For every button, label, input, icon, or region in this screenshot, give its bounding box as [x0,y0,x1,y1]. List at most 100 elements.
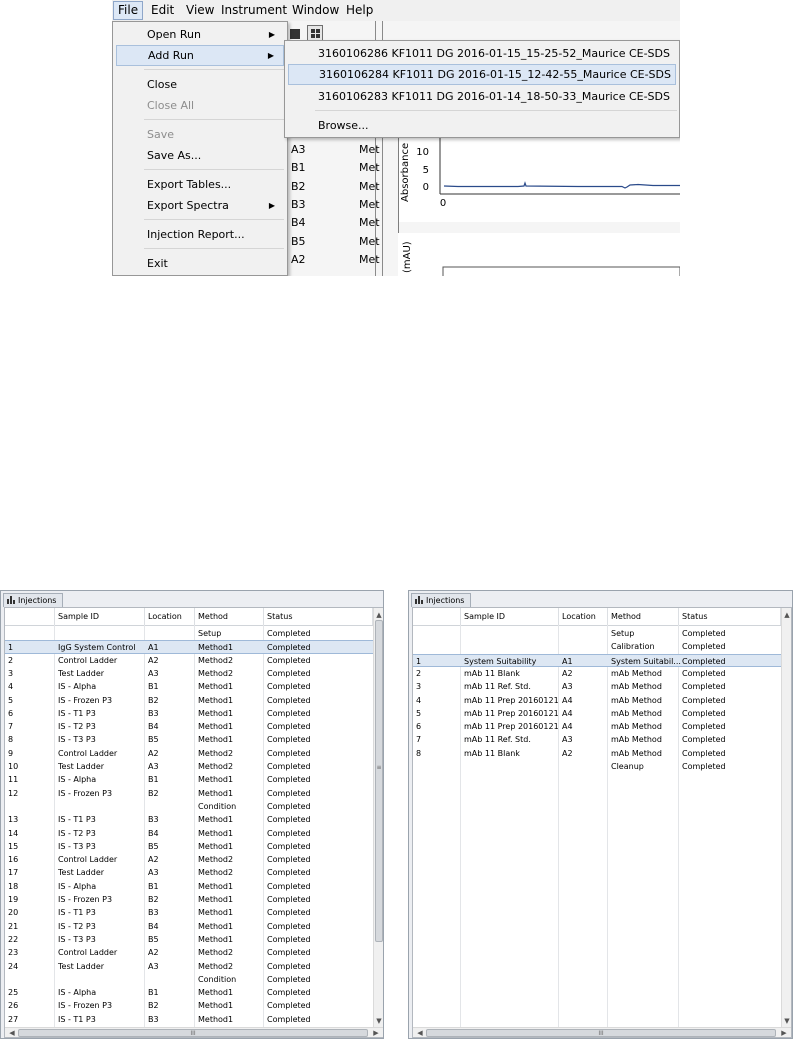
table-row[interactable]: 7 IS - T2 P3 B4 Method1 Completed [5,720,373,733]
table-row[interactable]: 14 IS - T2 P3 B4 Method1 Completed [5,827,373,840]
table-row[interactable]: 19 IS - Frozen P3 B2 Method1 Completed [5,893,373,906]
scrollbar-thumb[interactable]: III [426,1029,776,1037]
table-row[interactable]: 16 Control Ladder A2 Method2 Completed [5,853,373,866]
vertical-scrollbar[interactable]: ▲ ▼ ≡ [373,608,383,1027]
column-header[interactable]: Sample ID [55,608,145,625]
table-row[interactable]: 1 System Suitability A1 System Suitabil... C… [413,653,781,667]
plot-area [442,266,680,276]
scroll-down-icon[interactable]: ▼ [782,1016,791,1026]
horizontal-scrollbar[interactable]: ◀ ▶ III [5,1027,383,1037]
menu-item-close[interactable]: Close [116,74,284,95]
browse-menu-item[interactable]: Browse... [288,115,676,136]
table-row[interactable]: Setup Completed [413,627,781,640]
table-row[interactable]: 3 Test Ladder A3 Method2 Completed [5,667,373,680]
menu-file[interactable]: File [113,1,144,20]
method-cell: mAb Method [611,682,662,692]
menu-item-label: Export Spectra [147,199,229,212]
table-row[interactable]: Calibration Completed [413,640,781,653]
menu-item-add-run[interactable]: Add Run ▶ [116,45,284,66]
table-row[interactable]: 21 IS - T2 P3 B4 Method1 Completed [5,920,373,933]
table-row[interactable]: Condition Completed [5,973,373,986]
table-row[interactable]: 27 IS - T1 P3 B3 Method1 Completed [5,1013,373,1026]
table-row[interactable]: 17 Test Ladder A3 Method2 Completed [5,866,373,879]
menu-view[interactable]: View [182,2,218,19]
column-header[interactable]: Location [559,608,608,625]
table-row[interactable]: 24 Test Ladder A3 Method2 Completed [5,960,373,973]
method-cell: mAb Method [611,722,662,732]
table-row[interactable]: 4 mAb 11 Prep 20160121 A4 mAb Method Complet… [413,694,781,707]
location-cell: B4 [148,921,159,931]
recent-run-item[interactable]: 3160106284 KF1011 DG 2016-01-15_12-42-55… [288,64,676,85]
table-row[interactable]: 3 mAb 11 Ref. Std. A3 mAb Method Completed [413,680,781,693]
table-row[interactable]: 5 mAb 11 Prep 20160121 A4 mAb Method Complet… [413,707,781,720]
column-header[interactable]: Method [195,608,264,625]
scroll-down-icon[interactable]: ▼ [374,1016,383,1026]
menu-instrument[interactable]: Instrument [217,2,291,19]
scrollbar-thumb[interactable]: III [18,1029,368,1037]
menu-item-save[interactable]: Save [116,124,284,145]
table-row[interactable]: 11 IS - Alpha B1 Method1 Completed [5,773,373,786]
column-header[interactable]: Status [679,608,781,625]
menu-window[interactable]: Window [288,2,343,19]
status-cell: Completed [267,988,311,998]
table-row[interactable]: 5 IS - Frozen P3 B2 Method1 Completed [5,694,373,707]
table-row[interactable]: 1 IgG System Control A1 Method1 Completed [5,640,373,654]
scroll-left-icon[interactable]: ◀ [7,1028,17,1037]
table-row[interactable]: 23 Control Ladder A2 Method2 Completed [5,946,373,959]
table-row[interactable]: 13 IS - T1 P3 B3 Method1 Completed [5,813,373,826]
scrollbar-thumb[interactable]: ≡ [375,620,383,942]
method-cell: Method2 [198,748,234,758]
table-row[interactable]: 8 IS - T3 P3 B5 Method1 Completed [5,733,373,746]
scroll-up-icon[interactable]: ▲ [782,610,791,620]
table-row[interactable]: 9 Control Ladder A2 Method2 Completed [5,747,373,760]
table-row[interactable]: Cleanup Completed [413,760,781,773]
table-row[interactable]: 22 IS - T3 P3 B5 Method1 Completed [5,933,373,946]
menu-help[interactable]: Help [342,2,377,19]
table-row[interactable]: 2 mAb 11 Blank A2 mAb Method Completed [413,667,781,680]
menu-item-open-run[interactable]: Open Run ▶ [116,24,284,45]
table-row[interactable]: 6 IS - T1 P3 B3 Method1 Completed [5,707,373,720]
row-number: 6 [416,722,422,732]
table-row[interactable]: 4 IS - Alpha B1 Method1 Completed [5,680,373,693]
column-header[interactable]: Sample ID [461,608,559,625]
table-row[interactable]: Condition Completed [5,800,373,813]
column-header[interactable]: Status [264,608,373,625]
table-row[interactable]: 8 mAb 11 Blank A2 mAb Method Completed [413,747,781,760]
grid-view-icon[interactable] [307,25,323,41]
table-row[interactable]: 25 IS - Alpha B1 Method1 Completed [5,986,373,999]
table-row[interactable]: 10 Test Ladder A3 Method2 Completed [5,760,373,773]
table-row[interactable]: 2 Control Ladder A2 Method2 Completed [5,654,373,667]
recent-run-item[interactable]: 3160106283 KF1011 DG 2016-01-14_18-50-33… [288,86,676,107]
table-row[interactable]: 6 mAb 11 Prep 20160121 A4 mAb Method Complet… [413,720,781,733]
stop-icon[interactable] [290,29,300,39]
method-cell: mAb Method [611,695,662,705]
menu-item-exit[interactable]: Exit [116,253,284,274]
scroll-right-icon[interactable]: ▶ [371,1028,381,1037]
menu-item-save-as[interactable]: Save As... [116,145,284,166]
menu-item-injection-report[interactable]: Injection Report... [116,224,284,245]
column-header[interactable]: Location [145,608,195,625]
scroll-up-icon[interactable]: ▲ [374,610,383,620]
injections-tab[interactable]: Injections [411,593,472,607]
menu-item-export-spectra[interactable]: Export Spectra ▶ [116,195,284,216]
method-cell: Method2 [198,762,234,771]
table-row[interactable]: 7 mAb 11 Ref. Std. A3 mAb Method Completed [413,733,781,746]
column-header[interactable]: Method [608,608,679,625]
table-row[interactable]: 15 IS - T3 P3 B5 Method1 Completed [5,840,373,853]
menu-item-export-tables[interactable]: Export Tables... [116,174,284,195]
status-cell: Completed [267,695,311,705]
table-row[interactable]: 12 IS - Frozen P3 B2 Method1 Completed [5,787,373,800]
menu-item-close-all[interactable]: Close All [116,95,284,116]
menu-edit[interactable]: Edit [147,2,178,19]
scroll-right-icon[interactable]: ▶ [779,1028,789,1037]
table-row[interactable]: 18 IS - Alpha B1 Method1 Completed [5,880,373,893]
table-row[interactable]: 20 IS - T1 P3 B3 Method1 Completed [5,906,373,919]
horizontal-scrollbar[interactable]: ◀ ▶ III [413,1027,791,1037]
table-row[interactable]: Setup Completed [5,627,373,640]
recent-run-item[interactable]: 3160106286 KF1011 DG 2016-01-15_15-25-52… [288,43,676,64]
table-row[interactable]: 26 IS - Frozen P3 B2 Method1 Completed [5,999,373,1012]
vertical-scrollbar[interactable]: ▲ ▼ [781,608,791,1027]
sample-id-cell: IS - T3 P3 [58,735,96,745]
scroll-left-icon[interactable]: ◀ [415,1028,425,1037]
injections-tab[interactable]: Injections [3,593,64,607]
